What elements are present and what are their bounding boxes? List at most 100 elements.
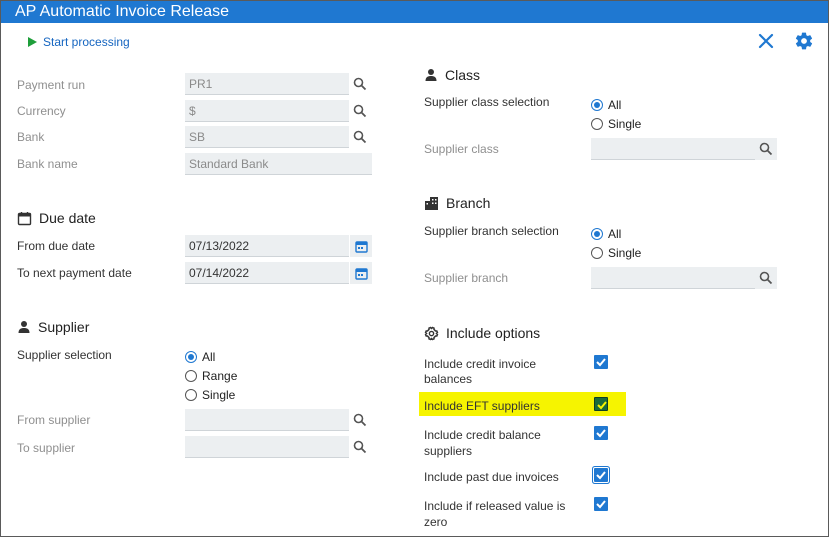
include-credit-balance-label-line2: suppliers — [424, 444, 473, 458]
supplier-class-search-button[interactable] — [755, 138, 777, 160]
supplier-section-title: Supplier — [17, 319, 89, 335]
supplier-branch-selection-label: Supplier branch selection — [424, 224, 559, 238]
payment-run-label: Payment run — [17, 78, 86, 92]
radio-label: Range — [202, 369, 238, 383]
toolbar: Start processing — [1, 23, 828, 61]
include-credit-invoice-checkbox[interactable] — [594, 355, 608, 369]
start-processing-button[interactable]: Start processing — [28, 35, 130, 49]
include-released-zero-checkbox[interactable] — [594, 497, 608, 511]
to-supplier-search-button[interactable] — [349, 436, 371, 458]
bank-field[interactable]: SB — [185, 126, 349, 148]
radio-label: Single — [608, 246, 642, 260]
close-icon[interactable] — [757, 32, 775, 50]
radio-label: Single — [608, 117, 642, 131]
check-icon — [597, 401, 607, 410]
bank-name-label: Bank name — [17, 157, 78, 171]
radio-button[interactable] — [185, 389, 197, 401]
supplier-class-field[interactable] — [591, 138, 755, 160]
include-credit-balance-checkbox[interactable] — [594, 426, 608, 440]
radio-button[interactable] — [591, 99, 603, 111]
supplier-class-label: Supplier class — [424, 142, 499, 156]
bank-name-field: Standard Bank — [185, 153, 372, 175]
from-supplier-search-button[interactable] — [349, 409, 371, 431]
branch-section-title: Branch — [424, 195, 490, 211]
to-next-payment-date-label: To next payment date — [17, 266, 132, 280]
branch-radio-all[interactable]: All — [591, 227, 621, 241]
supplier-branch-search-button[interactable] — [755, 267, 777, 289]
bank-label: Bank — [17, 130, 45, 144]
search-icon — [353, 130, 367, 144]
currency-label: Currency — [17, 104, 66, 118]
check-icon — [596, 500, 606, 509]
class-title: Class — [445, 67, 481, 83]
supplier-title: Supplier — [38, 319, 90, 335]
radio-label: All — [202, 350, 216, 364]
radio-button[interactable] — [185, 370, 197, 382]
radio-label: Single — [202, 388, 236, 402]
search-icon — [353, 413, 367, 427]
include-released-zero-label-line2: zero — [424, 515, 448, 529]
radio-button[interactable] — [185, 351, 197, 363]
payment-run-field[interactable]: PR1 — [185, 73, 349, 95]
search-icon — [353, 440, 367, 454]
to-supplier-label: To supplier — [17, 441, 76, 455]
include-past-due-checkbox[interactable] — [594, 468, 608, 482]
due-date-title: Due date — [39, 210, 96, 226]
radio-label: All — [608, 227, 622, 241]
supplier-radio-range[interactable]: Range — [185, 369, 237, 383]
search-icon — [353, 77, 367, 91]
class-section-title: Class — [424, 67, 480, 83]
bank-search-button[interactable] — [349, 126, 371, 148]
currency-field[interactable]: $ — [185, 100, 349, 122]
gear-icon — [424, 326, 439, 340]
payment-run-search-button[interactable] — [349, 73, 371, 95]
from-supplier-label: From supplier — [17, 413, 91, 427]
search-icon — [759, 142, 773, 156]
to-next-payment-date-field[interactable]: 07/14/2022 — [185, 262, 349, 284]
start-processing-label: Start processing — [43, 35, 130, 49]
check-icon — [596, 429, 606, 438]
include-past-due-label: Include past due invoices — [424, 470, 559, 484]
supplier-radio-single[interactable]: Single — [185, 388, 235, 402]
to-next-payment-date-picker[interactable] — [350, 262, 372, 284]
gear-icon[interactable] — [794, 31, 814, 51]
include-credit-balance-label-line1: Include credit balance — [424, 428, 541, 442]
building-icon — [425, 197, 438, 210]
include-released-zero-label-line1: Include if released value is — [424, 499, 566, 513]
check-icon — [596, 358, 606, 367]
branch-title: Branch — [446, 195, 491, 211]
include-eft-suppliers-checkbox[interactable] — [594, 397, 608, 411]
supplier-branch-field[interactable] — [591, 267, 755, 289]
from-due-date-label: From due date — [17, 239, 96, 253]
person-icon — [425, 69, 437, 81]
radio-button[interactable] — [591, 118, 603, 130]
supplier-selection-label: Supplier selection — [17, 348, 112, 362]
calendar-icon — [17, 211, 32, 225]
include-credit-invoice-label-line1: Include credit invoice — [424, 357, 537, 371]
from-due-date-picker[interactable] — [350, 235, 372, 257]
person-icon — [18, 321, 30, 333]
to-supplier-field[interactable] — [185, 436, 349, 458]
currency-search-button[interactable] — [349, 100, 371, 122]
radio-label: All — [608, 98, 622, 112]
check-icon — [596, 471, 606, 480]
dialog-window: AP Automatic Invoice Release Start proce… — [0, 0, 829, 537]
include-options-section-title: Include options — [424, 325, 540, 341]
include-options-title: Include options — [446, 325, 541, 341]
search-icon — [759, 271, 773, 285]
search-icon — [353, 104, 367, 118]
due-date-section-title: Due date — [17, 210, 96, 226]
radio-button[interactable] — [591, 247, 603, 259]
branch-radio-single[interactable]: Single — [591, 246, 641, 260]
supplier-class-selection-label: Supplier class selection — [424, 95, 550, 109]
calendar-icon — [354, 267, 368, 280]
window-title: AP Automatic Invoice Release — [1, 1, 828, 23]
class-radio-single[interactable]: Single — [591, 117, 641, 131]
class-radio-all[interactable]: All — [591, 98, 621, 112]
include-credit-invoice-label-line2: balances — [424, 372, 473, 386]
from-due-date-field[interactable]: 07/13/2022 — [185, 235, 349, 257]
radio-button[interactable] — [591, 228, 603, 240]
include-eft-suppliers-label: Include EFT suppliers — [424, 399, 540, 413]
from-supplier-field[interactable] — [185, 409, 349, 431]
supplier-radio-all[interactable]: All — [185, 350, 215, 364]
